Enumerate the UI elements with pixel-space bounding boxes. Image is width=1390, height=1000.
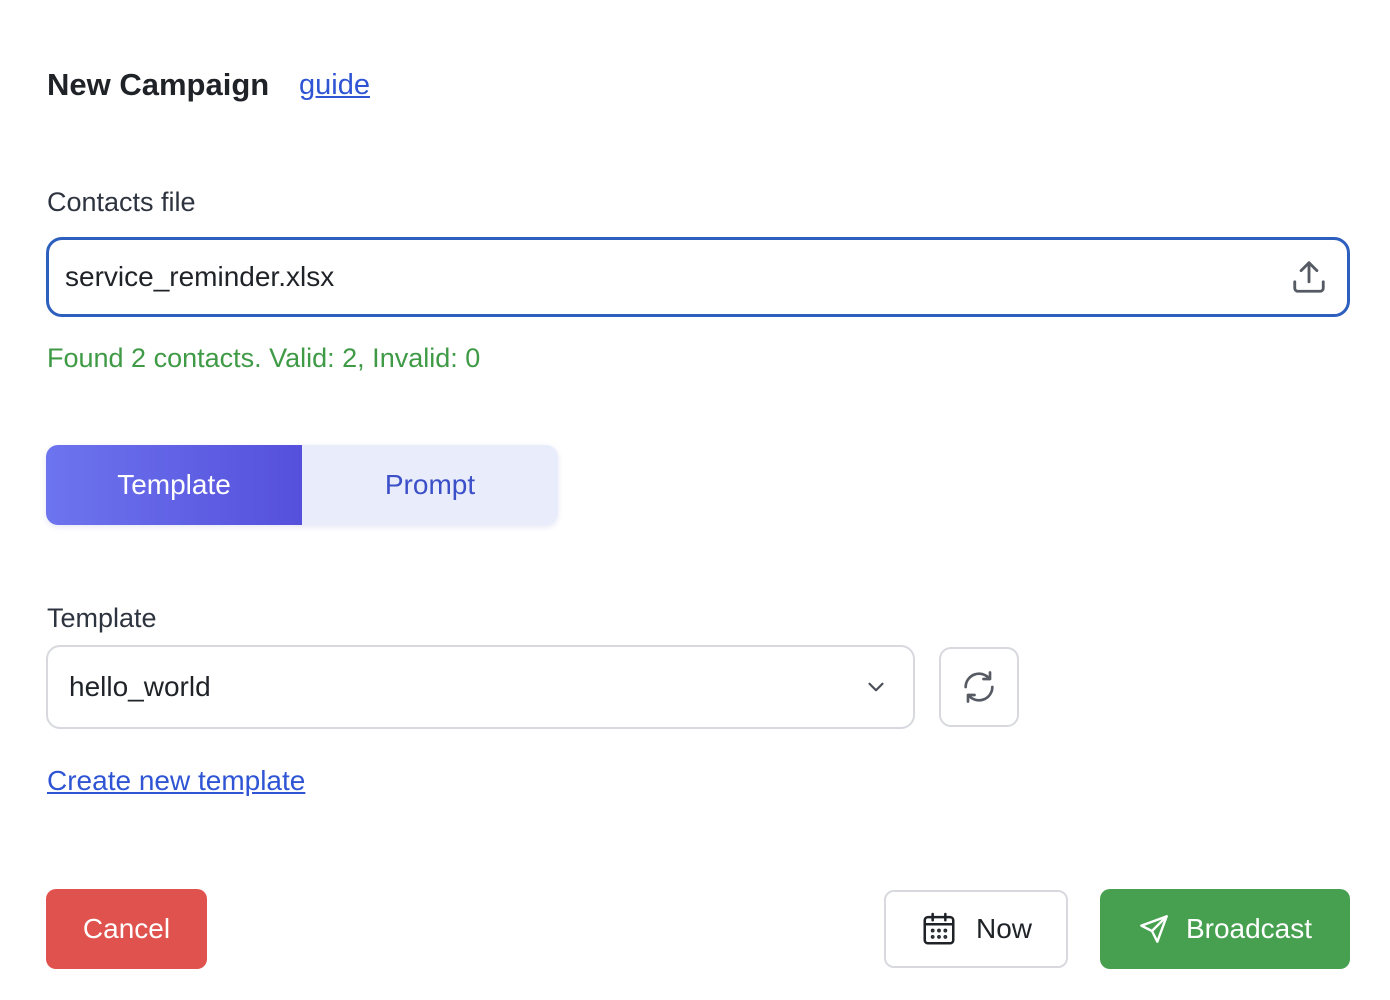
cancel-button-label: Cancel — [82, 913, 171, 944]
tab-prompt[interactable]: Prompt — [302, 445, 558, 525]
calendar-icon — [920, 910, 958, 948]
contacts-file-label: Contacts file — [47, 187, 196, 217]
template-label: Template — [47, 603, 157, 633]
upload-icon[interactable] — [1289, 257, 1329, 297]
contacts-status-message: Found 2 contacts. Valid: 2, Invalid: 0 — [47, 343, 481, 373]
tab-template[interactable]: Template — [46, 445, 302, 525]
contacts-file-input[interactable]: service_reminder.xlsx — [46, 237, 1350, 317]
cancel-button[interactable]: Cancel — [46, 889, 207, 969]
guide-link[interactable]: guide — [299, 64, 370, 106]
refresh-templates-button[interactable] — [939, 647, 1019, 727]
broadcast-button[interactable]: Broadcast — [1100, 889, 1350, 969]
create-template-link[interactable]: Create new template — [47, 763, 305, 799]
contacts-file-name: service_reminder.xlsx — [65, 261, 335, 292]
mode-toggle: Template Prompt — [46, 445, 558, 525]
broadcast-label: Broadcast — [1185, 913, 1313, 944]
schedule-now-label: Now — [975, 913, 1032, 944]
template-select[interactable]: hello_world — [46, 645, 915, 729]
template-selected-value: hello_world — [69, 671, 211, 702]
schedule-now-button[interactable]: Now — [884, 890, 1068, 968]
chevron-down-icon — [863, 674, 889, 700]
page-title: New Campaign — [47, 67, 270, 102]
refresh-icon — [959, 667, 999, 707]
send-icon — [1138, 913, 1170, 945]
